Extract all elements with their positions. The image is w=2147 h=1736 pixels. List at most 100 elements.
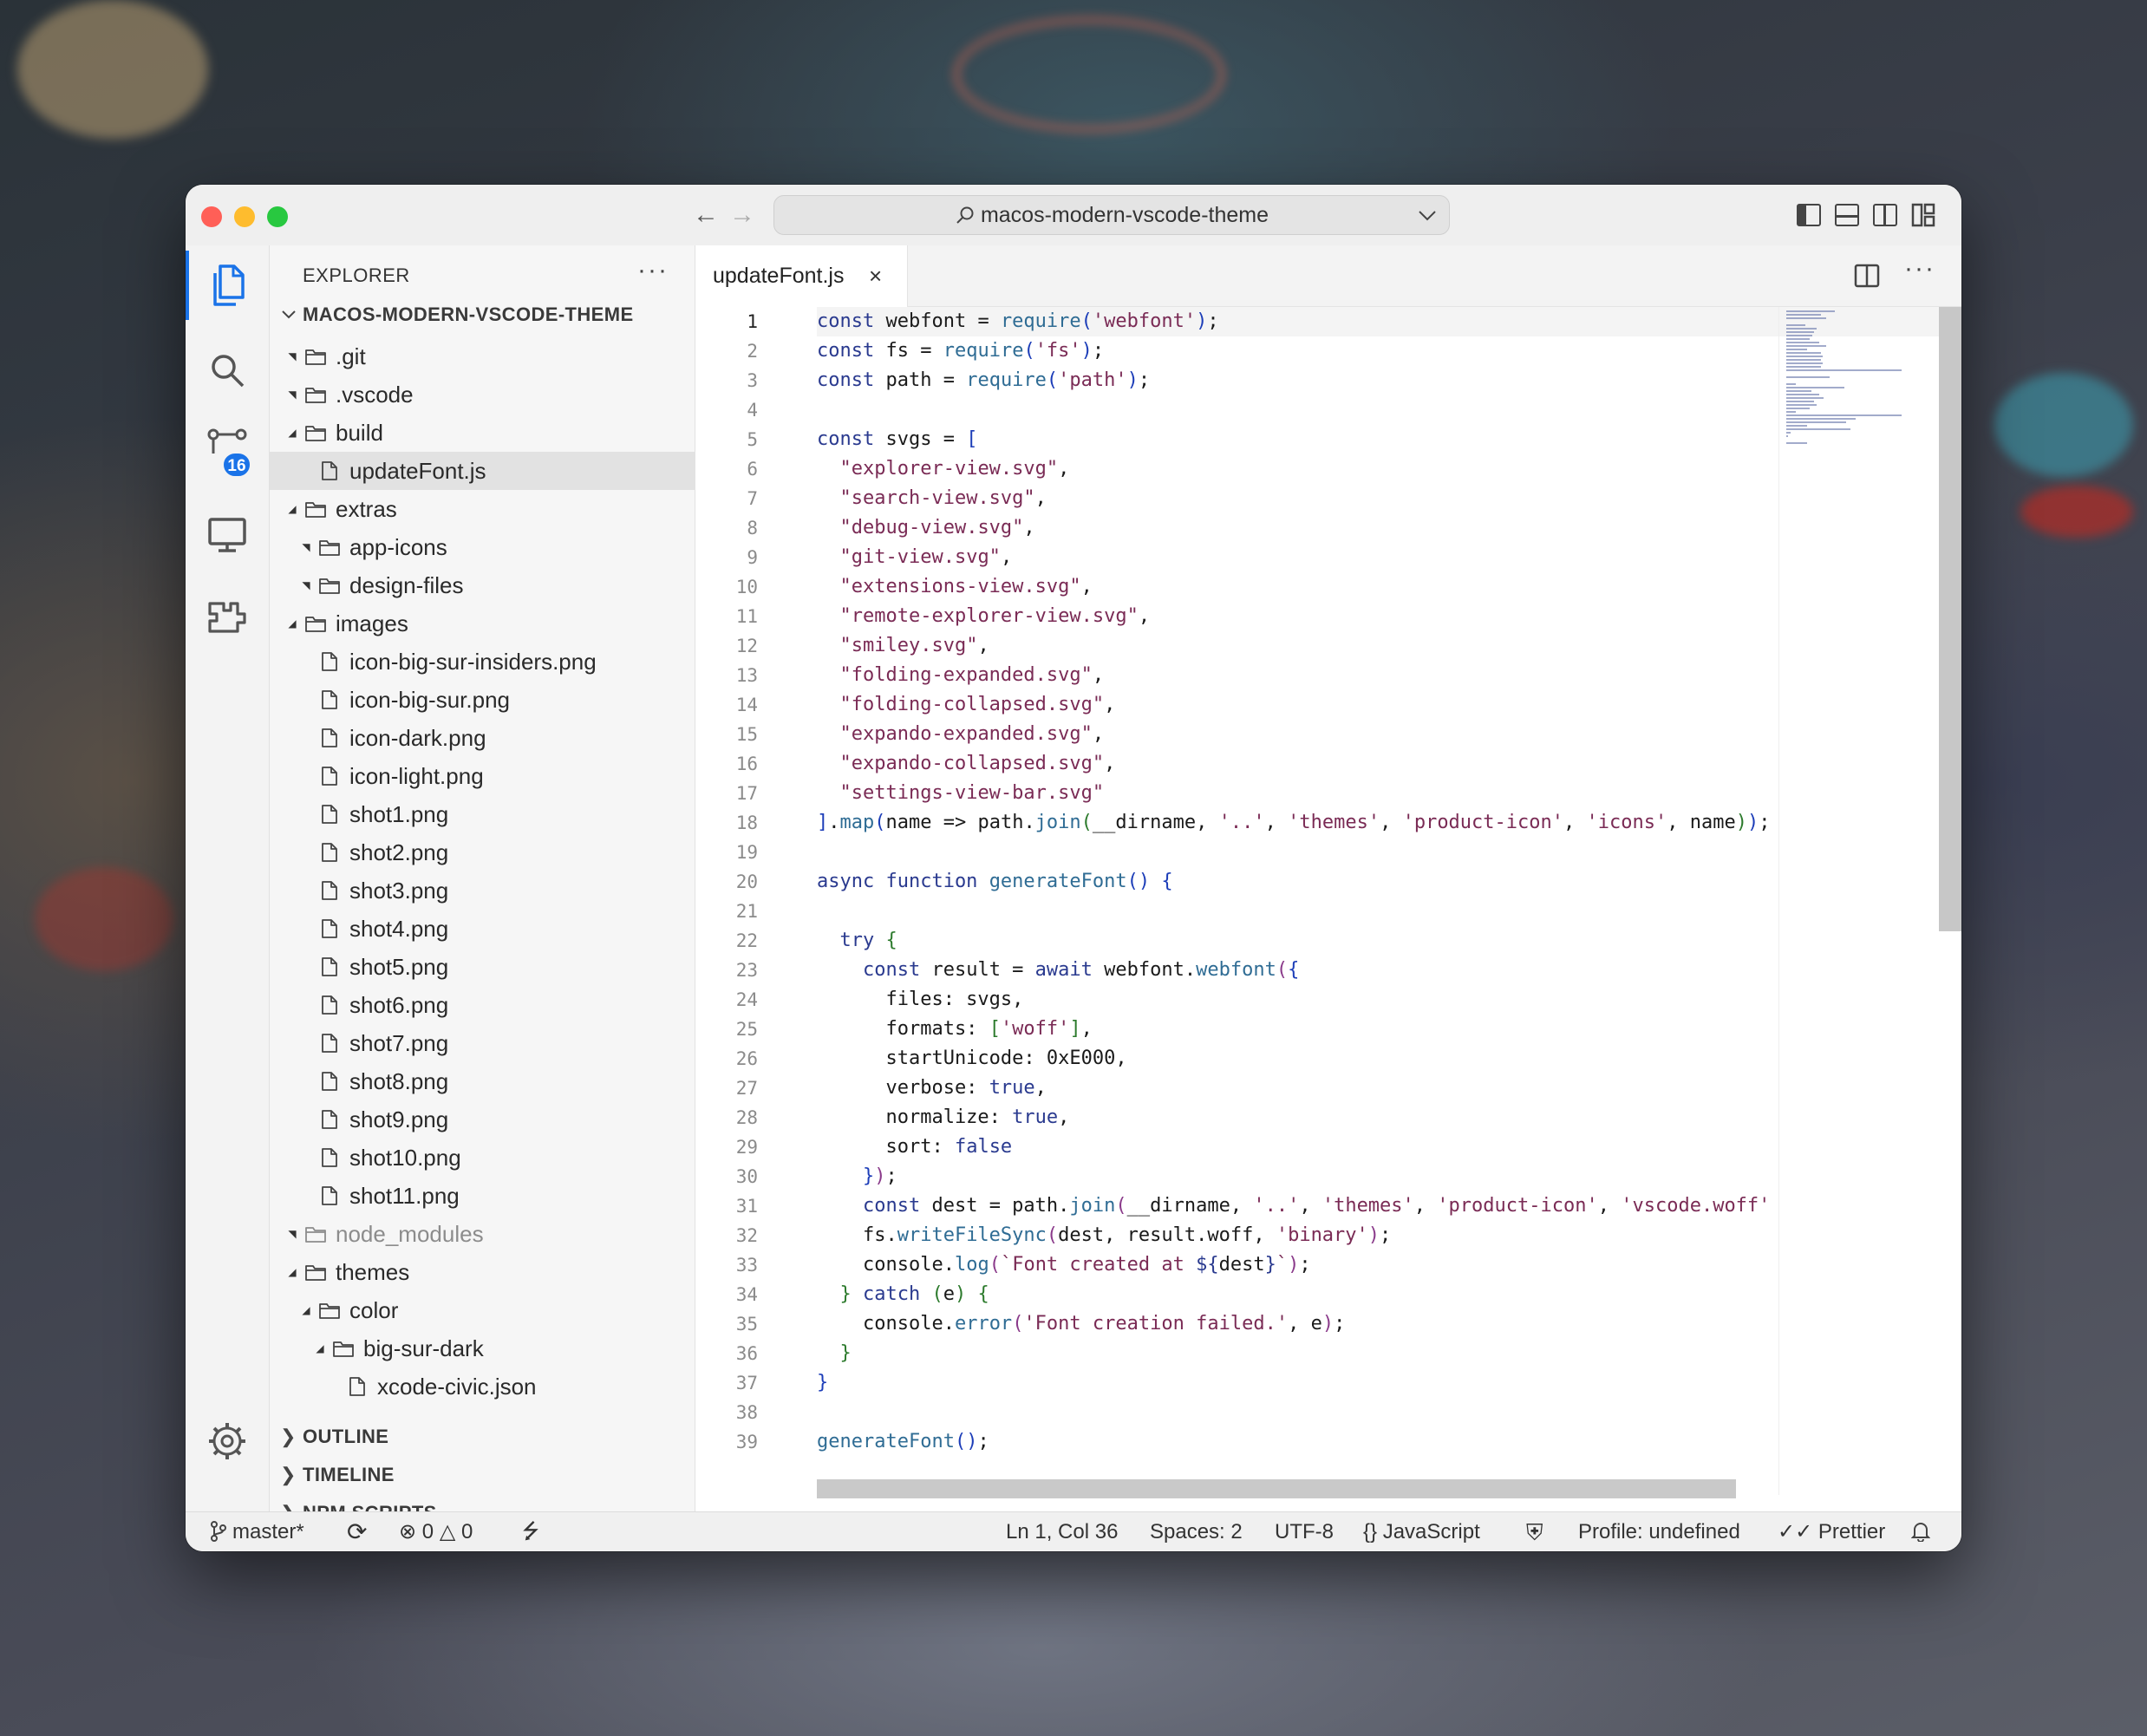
tree-folder-row[interactable]: ◢ themes [270,1253,695,1291]
code-token: join [1069,1195,1116,1217]
minimap-line [1786,404,1817,406]
horizontal-scrollbar[interactable] [817,1479,1736,1498]
explorer-sidebar: EXPLORER ··· MACOS-MODERN-VSCODE-THEME ◥… [270,245,695,1524]
activity-search[interactable] [186,332,269,401]
bell-icon[interactable] [1910,1512,1931,1551]
tree-folder-row[interactable]: ◥ .vscode [270,375,695,414]
tree-file-row[interactable]: shot3.png [270,871,695,910]
problems-status[interactable]: ⊗ 0 △ 0 [399,1512,473,1551]
minimap-line [1786,317,1827,319]
tree-file-row[interactable]: icon-big-sur.png [270,681,695,719]
timeline-section[interactable]: ❯ TIMELINE [270,1456,695,1494]
tree-file-row[interactable]: xcode-civic.json [270,1367,695,1406]
code-token: ; [1299,1254,1311,1276]
activity-source-control[interactable]: 16 [186,410,269,480]
cursor-position[interactable]: Ln 1, Col 36 [1006,1512,1118,1551]
customize-layout-icon[interactable] [1911,203,1935,227]
activity-extensions[interactable] [186,579,269,649]
tree-item-label: .git [336,343,366,369]
tree-folder-row[interactable]: ◥ design-files [270,566,695,604]
more-actions-icon[interactable]: ··· [637,256,669,285]
code-token: const [817,369,875,391]
activity-explorer[interactable] [186,245,269,325]
code-token: ) [1196,310,1208,332]
tree-file-row[interactable]: shot5.png [270,948,695,986]
tree-folder-row[interactable]: ◢ color [270,1291,695,1329]
indentation-status[interactable]: Spaces: 2 [1150,1512,1243,1551]
tree-file-row[interactable]: shot10.png [270,1139,695,1177]
activity-remote-explorer[interactable] [186,497,269,566]
tree-file-row[interactable]: shot2.png [270,833,695,871]
command-center-search[interactable]: macos-modern-vscode-theme [773,195,1450,235]
tree-file-row[interactable]: updateFont.js [270,452,695,490]
tab-updatefont-js[interactable]: updateFont.js × [695,245,908,307]
zoom-window-button[interactable] [267,206,288,227]
tree-folder-row[interactable]: ◥ .git [270,337,695,375]
code-token: "expando-collapsed.svg" [839,753,1105,774]
profile-status[interactable]: Profile: undefined [1578,1512,1740,1551]
tree-folder-row[interactable]: ◥ app-icons [270,528,695,566]
notification-settings-icon[interactable]: ⛨ [1526,1512,1543,1551]
file-icon [322,1148,337,1167]
code-editor[interactable]: 1 2 3 4 5 6 7 8 9 10 11 12 13 14 15 16 17 18 19 20 21 22 23 24 2… [695,307,1961,1512]
sync-icon[interactable]: ⟳ [347,1512,367,1551]
tree-file-row[interactable]: shot1.png [270,795,695,833]
tree-folder-row[interactable]: ◥ node_modules [270,1215,695,1253]
minimap-line [1786,328,1817,330]
workspace-root[interactable]: MACOS-MODERN-VSCODE-THEME [270,297,695,332]
branch-status[interactable]: master* [210,1512,304,1551]
tree-folder-row[interactable]: ◢ big-sur-dark [270,1329,695,1367]
tree-folder-row[interactable]: ◢ build [270,414,695,452]
tree-file-row[interactable]: shot6.png [270,986,695,1024]
tree-file-row[interactable]: shot7.png [270,1024,695,1062]
chevron-down-icon[interactable] [1418,210,1437,222]
code-token: false [954,1136,1013,1158]
code-token: ( [1023,340,1035,362]
minimap-line [1786,359,1821,361]
close-icon[interactable]: × [869,245,882,306]
encoding-status[interactable]: UTF-8 [1275,1512,1334,1551]
minimize-window-button[interactable] [234,206,255,227]
minimap-line [1786,418,1856,420]
split-editor-icon[interactable] [1854,264,1880,288]
tree-file-row[interactable]: shot8.png [270,1062,695,1100]
more-actions-icon[interactable]: ··· [1904,254,1935,284]
tree-file-row[interactable]: shot4.png [270,910,695,948]
tree-folder-row[interactable]: ◢ extras [270,490,695,528]
tree-item-label: shot6.png [349,992,449,1018]
outline-section[interactable]: ❯ OUTLINE [270,1418,695,1456]
double-check-icon: ✓✓ [1778,1520,1813,1543]
line-number: 27 [735,1078,758,1099]
code-token: webfont. [1092,959,1197,981]
toggle-panel-icon[interactable] [1835,204,1859,226]
tree-file-row[interactable]: shot11.png [270,1177,695,1215]
prettier-status[interactable]: ✓✓ Prettier [1778,1512,1885,1551]
tree-file-row[interactable]: shot9.png [270,1100,695,1139]
tree-file-row[interactable]: icon-dark.png [270,719,695,757]
tree-file-row[interactable]: icon-light.png [270,757,695,795]
minimap-line [1786,428,1850,430]
tree-file-row[interactable]: icon-big-sur-insiders.png [270,643,695,681]
activity-manage[interactable] [186,1403,269,1472]
lightning-icon[interactable]: ⭍ [522,1512,539,1551]
toggle-secondary-sidebar-icon[interactable] [1873,204,1897,226]
forward-arrow-icon[interactable]: → [727,199,758,231]
line-number: 3 [747,370,758,391]
back-arrow-icon[interactable]: ← [690,199,721,231]
code-token: } [1264,1254,1276,1276]
language-status[interactable]: {} JavaScript [1363,1512,1480,1551]
file-icon [322,1034,337,1053]
code-token: true [1012,1106,1059,1128]
git-branch-icon [211,1521,226,1542]
tree-folder-row[interactable]: ◢ images [270,604,695,643]
code-token: , name [1667,812,1736,833]
vertical-scrollbar[interactable] [1939,307,1961,931]
minimap[interactable] [1778,307,1935,1495]
close-window-button[interactable] [201,206,222,227]
toggle-primary-sidebar-icon[interactable] [1797,204,1821,226]
vscode-window: ← → macos-modern-vscode-theme 16 EXPLORE… [186,185,1961,1551]
